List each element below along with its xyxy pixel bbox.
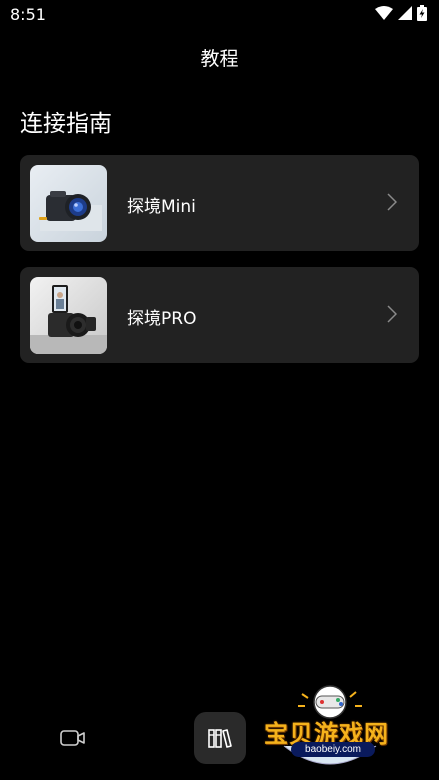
status-bar: 8:51 — [0, 0, 439, 30]
watermark: 宝贝游戏网 baobeiy.com — [258, 684, 410, 776]
chevron-right-icon — [387, 193, 397, 211]
camera-pro-image — [30, 277, 107, 354]
video-camera-icon — [60, 730, 85, 746]
nav-library-tab[interactable] — [194, 712, 246, 764]
battery-charging-icon — [417, 5, 427, 21]
watermark-url: baobeiy.com — [291, 742, 375, 757]
guide-card-pro[interactable]: 探境PRO — [20, 267, 419, 363]
card-label: 探境Mini — [127, 197, 196, 217]
camera-mini-image — [30, 165, 107, 242]
library-icon — [208, 729, 232, 748]
cellular-icon — [398, 6, 412, 20]
chevron-right-icon — [387, 305, 397, 323]
page-title: 教程 — [200, 48, 239, 70]
nav-video-tab[interactable] — [58, 725, 88, 751]
status-icons — [375, 5, 427, 21]
card-label: 探境PRO — [127, 309, 197, 329]
wifi-icon — [375, 6, 393, 20]
status-time: 8:51 — [10, 5, 46, 24]
section-title: 连接指南 — [20, 111, 112, 137]
guide-card-mini[interactable]: 探境Mini — [20, 155, 419, 251]
